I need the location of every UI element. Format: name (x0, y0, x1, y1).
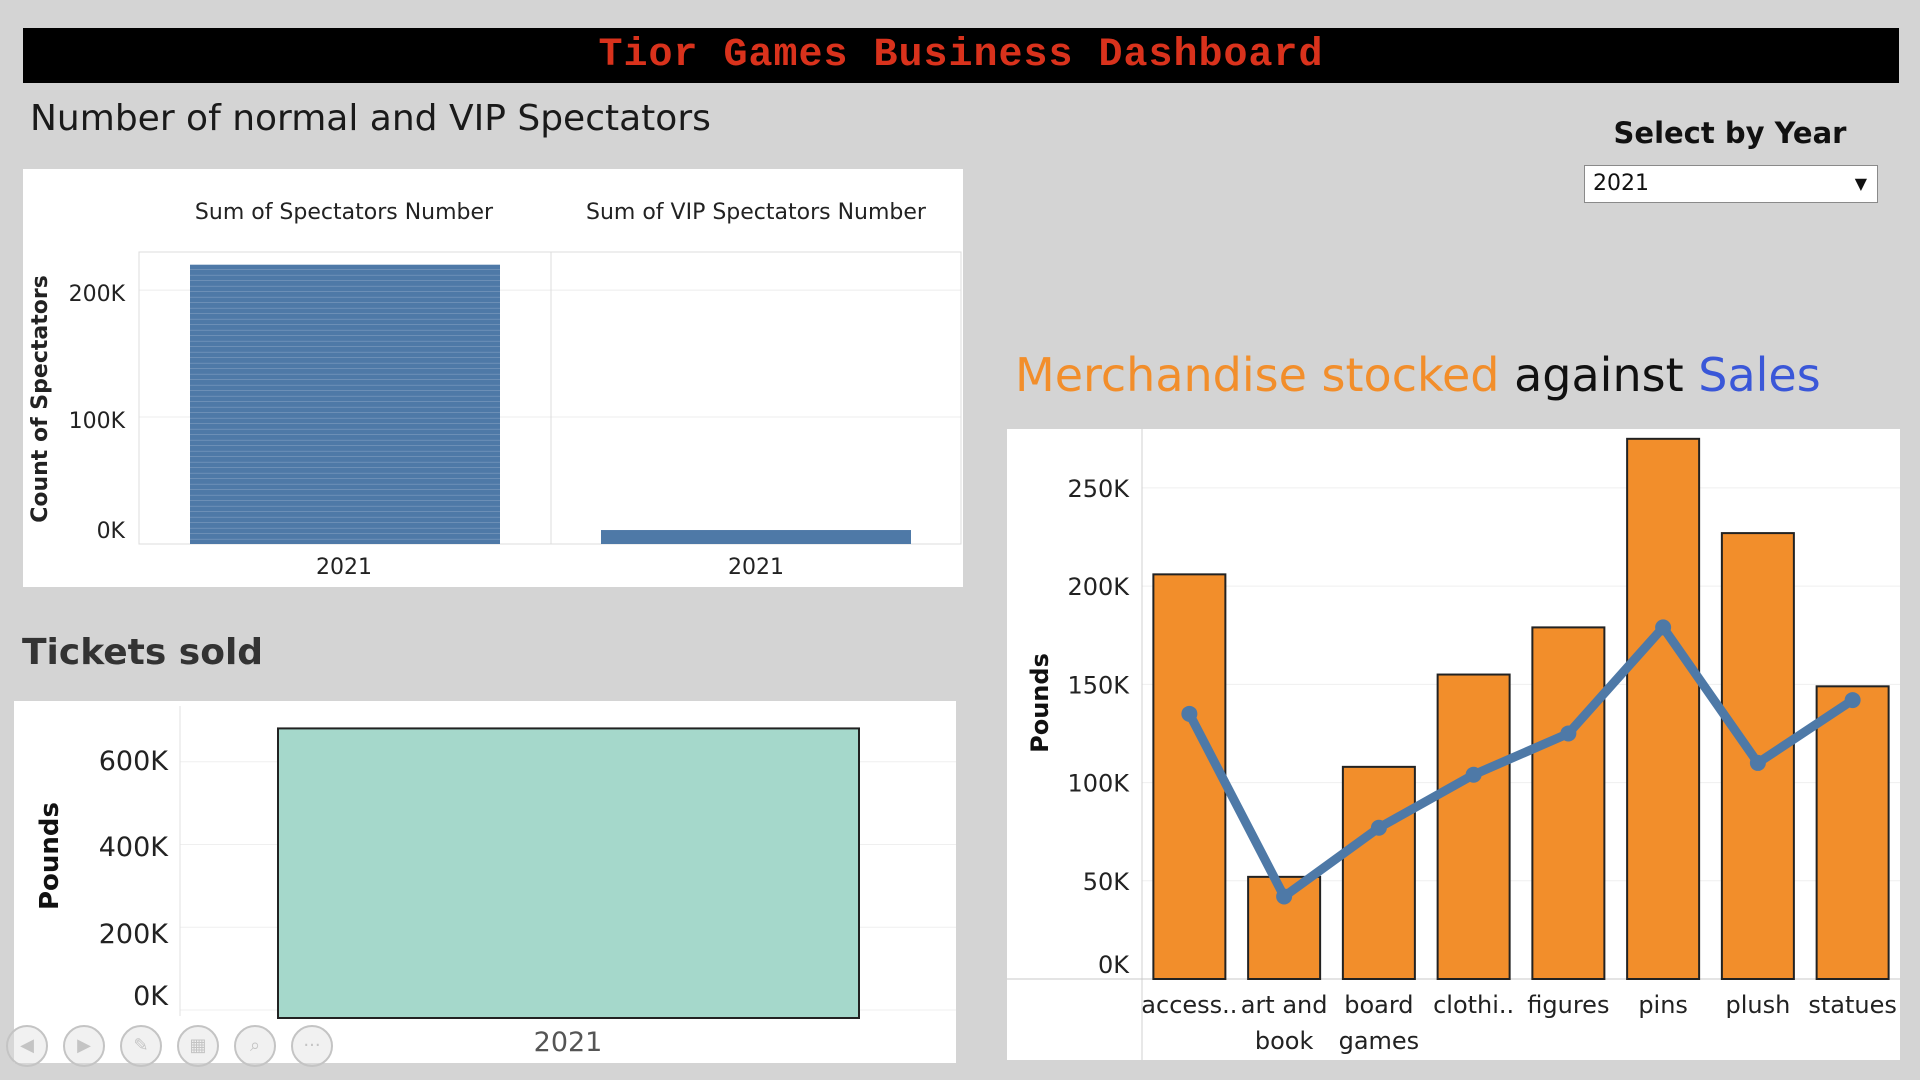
x-tick-label: access.. (1141, 991, 1237, 1019)
spectators-panel: Sum of Spectators Number Sum of VIP Spec… (23, 169, 963, 587)
sales-point[interactable] (1749, 754, 1766, 771)
y-tick-label: 100K (69, 409, 126, 434)
x-tick-label: figures (1527, 991, 1609, 1019)
spectators-section-title: Number of normal and VIP Spectators (30, 98, 711, 139)
y-tick-label: 50K (1083, 868, 1131, 896)
y-tick-label: 250K (1067, 475, 1130, 503)
x-tick-label: plush (1725, 991, 1790, 1019)
merch-title-sales: Sales (1698, 348, 1821, 402)
y-tick-label: 200K (99, 919, 170, 950)
year-select-dropdown[interactable]: 2021 ▼ (1584, 165, 1878, 203)
chevron-down-icon[interactable]: ▼ (1855, 166, 1867, 202)
x-tick-label: art and book (1241, 991, 1328, 1055)
bar-stock-access[interactable] (1152, 573, 1227, 980)
x-tick-label: 2021 (728, 555, 784, 580)
tickets-chart: Pounds 600K 400K 200K 0K 2021 (35, 706, 956, 1058)
more-icon[interactable]: ··· (291, 1025, 333, 1067)
sales-point[interactable] (1370, 819, 1387, 836)
bar-spectators-2021[interactable] (190, 264, 500, 544)
sales-point[interactable] (1844, 692, 1861, 709)
forward-icon[interactable]: ▶ (63, 1025, 105, 1067)
x-tick-label: board games (1339, 991, 1420, 1055)
sales-point[interactable] (1465, 766, 1482, 783)
layout-icon[interactable]: ▦ (177, 1025, 219, 1067)
dashboard-title-bar: Tior Games Business Dashboard (23, 28, 1899, 83)
dashboard-title: Tior Games Business Dashboard (598, 33, 1324, 78)
sales-point[interactable] (1276, 888, 1293, 905)
tickets-panel: Pounds 600K 400K 200K 0K 2021 (14, 701, 956, 1063)
bar-tickets-2021[interactable] (277, 727, 860, 1020)
x-tick-label: 2021 (534, 1027, 603, 1058)
bar-stock-pins[interactable] (1626, 437, 1701, 981)
panel-header-spectators: Sum of Spectators Number (195, 200, 494, 225)
zoom-icon[interactable]: ⌕ (234, 1025, 276, 1067)
y-tick-label: 0K (1098, 951, 1130, 979)
spectators-y-axis-label: Count of Spectators (28, 275, 53, 523)
y-tick-label: 150K (1067, 671, 1130, 699)
x-tick-label: statues (1808, 991, 1897, 1019)
merch-panel: Pounds 250K 200K 150K 100K 50K 0K access.. art… (1007, 429, 1900, 1060)
y-tick-label: 400K (99, 832, 170, 863)
sales-point[interactable] (1560, 725, 1577, 742)
year-filter-label: Select by Year (1613, 116, 1847, 150)
back-icon[interactable]: ◀ (6, 1025, 48, 1067)
y-tick-label: 0K (97, 519, 126, 544)
spectators-pane-right-frame (550, 251, 962, 545)
spectators-chart: Sum of Spectators Number Sum of VIP Spec… (28, 200, 962, 580)
x-tick-label: clothi.. (1433, 991, 1514, 1019)
y-tick-label: 600K (99, 746, 170, 777)
year-select-value: 2021 (1593, 171, 1649, 196)
merch-section-title: Merchandise stocked against Sales (1015, 348, 1821, 402)
bar-stock-figures[interactable] (1531, 626, 1606, 980)
y-tick-label: 100K (1067, 770, 1130, 798)
merch-chart: Pounds 250K 200K 150K 100K 50K 0K access.. art… (1007, 429, 1900, 1060)
sales-point[interactable] (1181, 705, 1198, 722)
merch-title-stocked: Merchandise stocked (1015, 348, 1500, 402)
panel-header-vip-spectators: Sum of VIP Spectators Number (586, 200, 927, 225)
bar-vip-spectators-2021[interactable] (601, 530, 911, 544)
tickets-section-title: Tickets sold (22, 632, 264, 673)
y-tick-label: 0K (133, 981, 169, 1012)
y-tick-label: 200K (1067, 573, 1130, 601)
merch-title-against: against (1499, 348, 1699, 402)
bar-stock-clothi[interactable] (1436, 673, 1511, 981)
tickets-y-axis-label: Pounds (35, 802, 65, 910)
merch-y-axis-label: Pounds (1026, 653, 1054, 753)
bar-stock-statues[interactable] (1815, 685, 1890, 980)
sales-point[interactable] (1655, 619, 1672, 636)
x-tick-label: 2021 (316, 555, 372, 580)
pen-icon[interactable]: ✎ (120, 1025, 162, 1067)
bar-stock-board-games[interactable] (1341, 765, 1416, 980)
x-tick-label: pins (1638, 991, 1688, 1019)
y-tick-label: 200K (69, 282, 126, 307)
